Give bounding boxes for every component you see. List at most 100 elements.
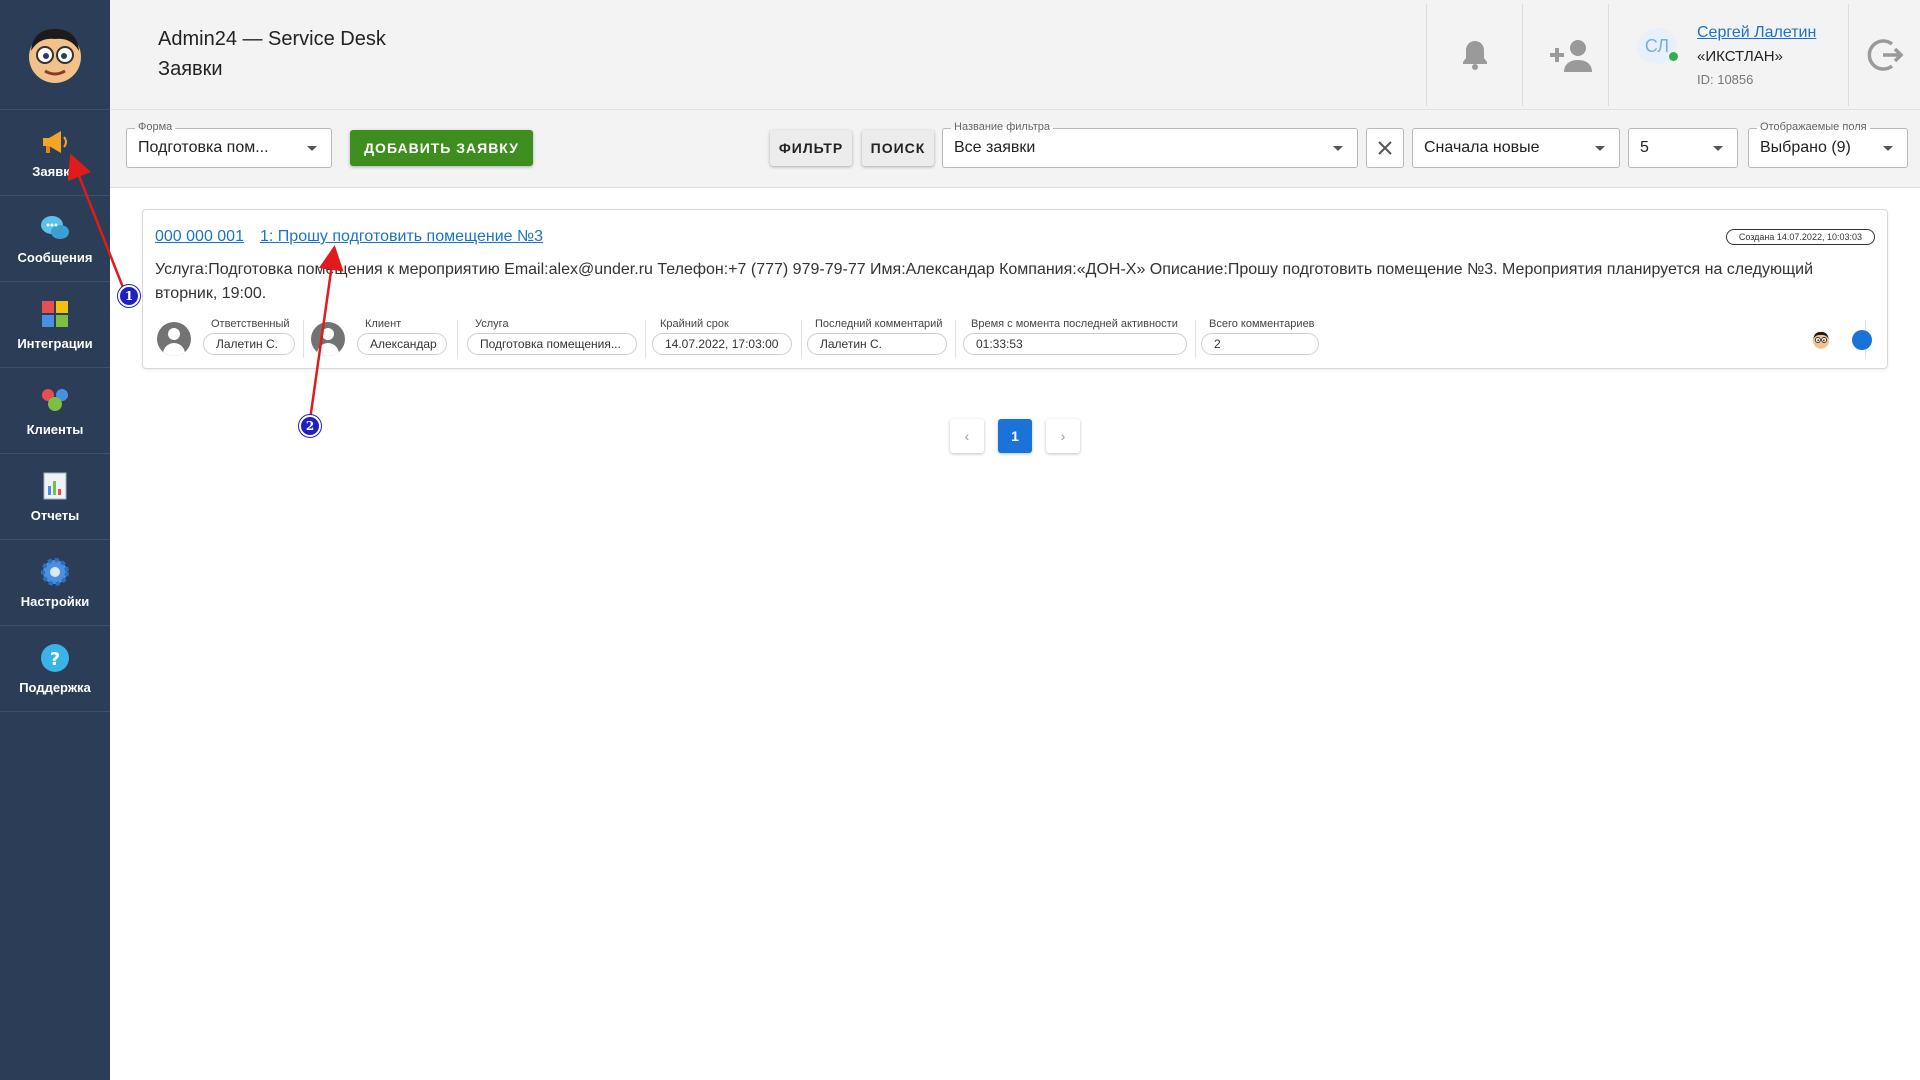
logo[interactable] [0, 0, 110, 110]
form-select-legend: Форма [135, 121, 176, 133]
meta-total-comments: Всего комментариев 2 [1201, 318, 1319, 355]
question-icon: ? [39, 642, 71, 674]
filter-name-legend: Название фильтра [951, 121, 1053, 133]
meta-value[interactable]: 14.07.2022, 17:03:00 [652, 333, 792, 355]
per-page-select[interactable]: 5 [1628, 128, 1738, 168]
toolbar: Форма Подготовка пом... ДОБАВИТЬ ЗАЯВКУ … [110, 110, 1920, 188]
report-chart-icon [39, 470, 71, 502]
meta-value[interactable]: Александар [357, 333, 447, 355]
sidebar-item-integrations[interactable]: Интеграции [0, 282, 110, 368]
ticket-meta-row: Ответственный Лалетин С. Клиент Александ… [155, 318, 1887, 358]
chevron-down-icon [1595, 146, 1605, 151]
sort-select[interactable]: Сначала новые [1412, 128, 1620, 168]
ticket-description: Услуга:Подготовка помещения к мероприяти… [155, 261, 1814, 302]
user-id: ID: 10856 [1697, 72, 1754, 87]
page-title: Заявки [158, 58, 223, 80]
meta-value[interactable]: Лалетин С. [807, 333, 947, 355]
divider [801, 320, 802, 358]
ticket-title-link[interactable]: 1: Прошу подготовить помещение №3 [260, 228, 543, 246]
notifications-button[interactable] [1426, 4, 1522, 106]
users-icon [39, 384, 71, 416]
form-select-value: Подготовка пом... [138, 139, 269, 156]
meta-service: Услуга Подготовка помещения... [467, 318, 637, 355]
add-ticket-button[interactable]: ДОБАВИТЬ ЗАЯВКУ [350, 130, 533, 166]
chevron-down-icon [307, 146, 317, 151]
sidebar-item-tickets[interactable]: Заявки [0, 110, 110, 196]
chevron-down-icon [1713, 146, 1723, 151]
filter-name-value: Все заявки [954, 139, 1036, 156]
divider [955, 320, 956, 358]
pagination-next-button[interactable]: › [1046, 419, 1080, 453]
sidebar-item-label: Отчеты [30, 508, 80, 523]
sidebar-item-settings[interactable]: Настройки [0, 540, 110, 626]
close-icon [1378, 141, 1392, 155]
user-name-link[interactable]: Сергей Лалетин [1697, 24, 1816, 42]
meta-label: Крайний срок [660, 318, 729, 330]
divider [645, 320, 646, 358]
divider [457, 320, 458, 358]
form-select[interactable]: Форма Подготовка пом... [126, 121, 332, 168]
sidebar-item-support[interactable]: ? Поддержка [0, 626, 110, 712]
add-user-button[interactable] [1522, 4, 1618, 106]
filter-button[interactable]: ФИЛЬТР [770, 130, 852, 166]
per-page-value: 5 [1640, 139, 1649, 156]
cartoon-face-logo-icon [29, 28, 81, 83]
puzzle-icon [39, 298, 71, 330]
meta-label: Последний комментарий [815, 318, 943, 330]
client-avatar [311, 322, 345, 356]
sidebar-item-clients[interactable]: Клиенты [0, 368, 110, 454]
search-button[interactable]: ПОИСК [862, 130, 934, 166]
sidebar-item-messages[interactable]: Сообщения [0, 196, 110, 282]
ticket-card[interactable]: 000 000 001 1: Прошу подготовить помещен… [142, 209, 1888, 369]
pagination-page-1[interactable]: 1 [998, 419, 1032, 453]
meta-label: Время с момента последней активности [971, 318, 1178, 330]
divider [303, 320, 304, 358]
annotation-marker-2: 2 [299, 415, 321, 437]
chevron-down-icon [1883, 146, 1893, 151]
add-user-icon [1549, 40, 1592, 72]
sidebar: Заявки Сообщения Интеграции Клиенты Отче… [0, 0, 110, 1080]
meta-client: Клиент Александар [357, 318, 447, 355]
meta-value[interactable]: Подготовка помещения... [467, 333, 637, 355]
chat-bubbles-icon [39, 212, 71, 244]
chevron-down-icon [1333, 146, 1343, 151]
displayed-fields-value: Выбрано (9) [1760, 139, 1851, 156]
meta-label: Всего комментариев [1209, 318, 1315, 330]
user-profile: СЛ Сергей Лалетин «ИКСТЛАН» ID: 10856 [1608, 4, 1848, 106]
meta-label: Услуга [475, 318, 509, 330]
filter-name-select[interactable]: Название фильтра Все заявки [942, 121, 1358, 168]
megaphone-icon [39, 126, 71, 158]
pagination-prev-button[interactable]: ‹ [950, 419, 984, 453]
sort-value: Сначала новые [1424, 139, 1540, 156]
meta-since-activity: Время с момента последней активности 01:… [963, 318, 1187, 355]
svg-text:?: ? [50, 649, 60, 670]
bell-icon [1462, 41, 1487, 70]
meta-value[interactable]: 01:33:53 [963, 333, 1187, 355]
sidebar-item-label: Клиенты [26, 422, 84, 437]
annotation-marker-1: 1 [118, 285, 140, 307]
clear-filter-button[interactable] [1366, 128, 1404, 168]
sidebar-item-reports[interactable]: Отчеты [0, 454, 110, 540]
top-header: Admin24 — Service Desk Заявки СЛ Сергей … [110, 0, 1920, 110]
status-indicator-dot [1852, 330, 1872, 350]
sidebar-item-label: Заявки [32, 164, 78, 179]
assignee-face-icon [1812, 331, 1830, 349]
responsible-avatar [157, 322, 191, 356]
meta-value[interactable]: 2 [1201, 333, 1319, 355]
sidebar-item-label: Сообщения [17, 250, 93, 265]
meta-deadline: Крайний срок 14.07.2022, 17:03:00 [652, 318, 792, 355]
logout-button[interactable] [1848, 4, 1920, 106]
online-status-dot [1669, 52, 1678, 61]
meta-responsible: Ответственный Лалетин С. [203, 318, 295, 355]
app-title: Admin24 — Service Desk [158, 28, 386, 50]
meta-label: Клиент [365, 318, 402, 330]
sidebar-item-label: Интеграции [17, 336, 93, 351]
displayed-fields-legend: Отображаемые поля [1757, 121, 1870, 133]
logout-icon [1867, 39, 1903, 71]
displayed-fields-select[interactable]: Отображаемые поля Выбрано (9) [1748, 121, 1908, 168]
meta-value[interactable]: Лалетин С. [203, 333, 295, 355]
ticket-number-link[interactable]: 000 000 001 [155, 228, 244, 246]
user-company: «ИКСТЛАН» [1697, 48, 1783, 65]
meta-last-comment: Последний комментарий Лалетин С. [807, 318, 947, 355]
divider [1195, 320, 1196, 358]
